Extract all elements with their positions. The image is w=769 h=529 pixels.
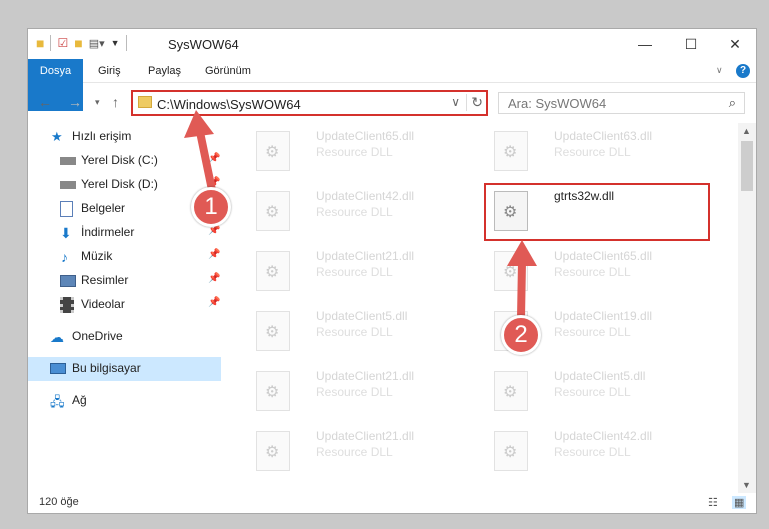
arrow-2-head [507,240,537,266]
arrow-2-shaft [517,258,526,322]
arrow-1-head [184,110,214,138]
step-marker-2: 2 [501,315,541,355]
step-marker-1: 1 [191,187,231,227]
arrow-1-shaft [196,128,216,194]
annotation-arrows [184,110,537,322]
